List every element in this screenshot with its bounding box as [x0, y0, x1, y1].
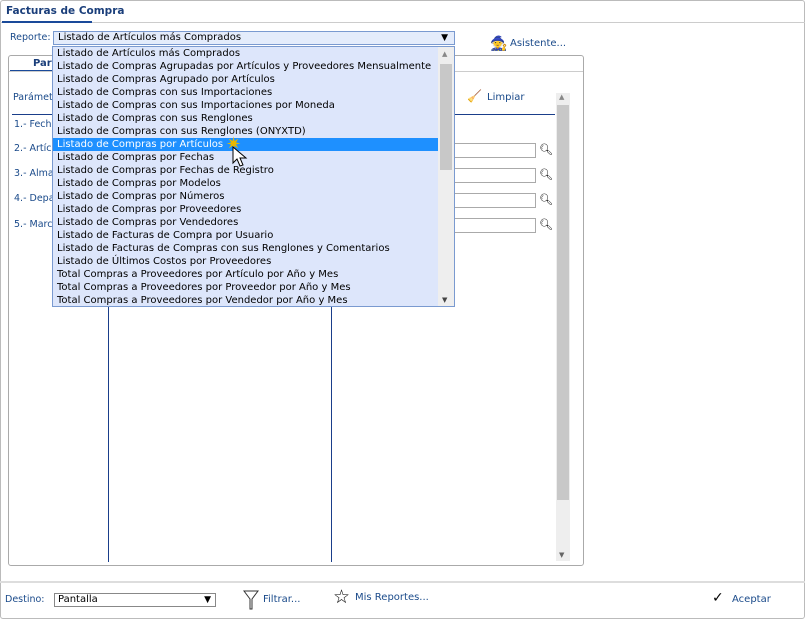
filter-button[interactable]: Filtrar...	[263, 594, 300, 605]
report-dropdown-list[interactable]: Listado de Artículos más Comprados Listad…	[52, 46, 455, 307]
scroll-down-icon[interactable]: ▼	[559, 551, 564, 559]
filter-icon	[243, 590, 259, 610]
column-divider	[331, 300, 332, 562]
report-select-value: Listado de Artículos más Comprados	[58, 32, 242, 43]
param-label: 1.- Fecha	[14, 119, 58, 130]
mouse-cursor-icon	[232, 146, 248, 167]
check-icon: ✓	[712, 590, 724, 606]
destino-value: Pantalla	[58, 594, 98, 605]
destino-label: Destino:	[5, 594, 45, 605]
dropdown-arrow-icon: ▼	[441, 33, 448, 43]
star-icon: ☆	[333, 586, 351, 608]
accept-button[interactable]: Aceptar	[732, 594, 771, 605]
destino-select[interactable]: Pantalla ▼	[54, 593, 216, 607]
scrollbar-thumb[interactable]	[440, 64, 452, 170]
tab-facturas-de-compra[interactable]: Facturas de Compra	[6, 5, 124, 17]
dropdown-option[interactable]: Listado de Compras con sus Renglones (ON…	[53, 125, 438, 138]
dropdown-option[interactable]: Listado de Facturas de Compra por Usuari…	[53, 229, 438, 242]
wizard-icon: 🧙	[490, 36, 508, 52]
dropdown-option[interactable]: Listado de Compras por Vendedores	[53, 216, 438, 229]
dropdown-option[interactable]: Total Compras a Proveedores por Artículo…	[53, 268, 438, 281]
dropdown-option[interactable]: Listado de Compras Agrupado por Artículo…	[53, 73, 438, 86]
dropdown-option[interactable]: Listado de Compras con sus Renglones	[53, 112, 438, 125]
active-tab-indicator	[2, 21, 92, 23]
report-label: Reporte:	[10, 32, 51, 43]
panel-scrollbar[interactable]: ▲ ▼	[556, 93, 570, 561]
clear-button[interactable]: Limpiar	[487, 92, 524, 103]
report-select[interactable]: Listado de Artículos más Comprados ▼	[53, 31, 455, 45]
param-label: 2.- Artíc	[14, 143, 52, 154]
dropdown-option[interactable]: Listado de Compras por Números	[53, 190, 438, 203]
dropdown-option[interactable]: Listado de Compras por Proveedores	[53, 203, 438, 216]
broom-icon: 🧹	[467, 89, 482, 103]
dropdown-arrow-icon: ▼	[204, 595, 211, 605]
dropdown-option[interactable]: Listado de Últimos Costos por Proveedore…	[53, 255, 438, 268]
dropdown-option[interactable]: Listado de Compras con sus Importaciones	[53, 86, 438, 99]
footer-divider	[0, 581, 805, 583]
column-divider	[108, 300, 109, 562]
dropdown-option[interactable]: Listado de Compras por Modelos	[53, 177, 438, 190]
search-icon[interactable]: 🔍︎	[539, 168, 553, 181]
dropdown-option[interactable]: Listado de Facturas de Compras con sus R…	[53, 242, 438, 255]
dropdown-option[interactable]: Total Compras a Proveedores por Vendedor…	[53, 294, 438, 307]
scroll-up-icon[interactable]: ▲	[559, 93, 564, 101]
dropdown-options: Listado de Artículos más Comprados Listad…	[53, 47, 454, 307]
dropdown-option[interactable]: Total Compras a Proveedores por Proveedo…	[53, 281, 438, 294]
scroll-down-icon[interactable]: ▼	[442, 296, 447, 304]
scrollbar-thumb[interactable]	[557, 105, 569, 500]
search-icon[interactable]: 🔍︎	[539, 218, 553, 231]
search-icon[interactable]: 🔍︎	[539, 143, 553, 156]
dropdown-scrollbar[interactable]: ▲ ▼	[438, 47, 454, 306]
asistente-button[interactable]: Asistente...	[510, 38, 566, 49]
parameters-header: Parámet	[13, 92, 53, 103]
dropdown-option[interactable]: Listado de Compras Agrupadas por Artícul…	[53, 60, 438, 73]
param-label: 3.- Alma	[14, 168, 54, 179]
param-label: 5.- Marc	[14, 219, 53, 230]
dropdown-option[interactable]: Listado de Compras con sus Importaciones…	[53, 99, 438, 112]
param-label: 4.- Depa	[14, 193, 55, 204]
dropdown-option[interactable]: Listado de Artículos más Comprados	[53, 47, 438, 60]
search-icon[interactable]: 🔍︎	[539, 193, 553, 206]
divider	[0, 22, 805, 23]
scroll-up-icon[interactable]: ▲	[442, 50, 447, 58]
my-reports-button[interactable]: Mis Reportes...	[355, 592, 429, 603]
